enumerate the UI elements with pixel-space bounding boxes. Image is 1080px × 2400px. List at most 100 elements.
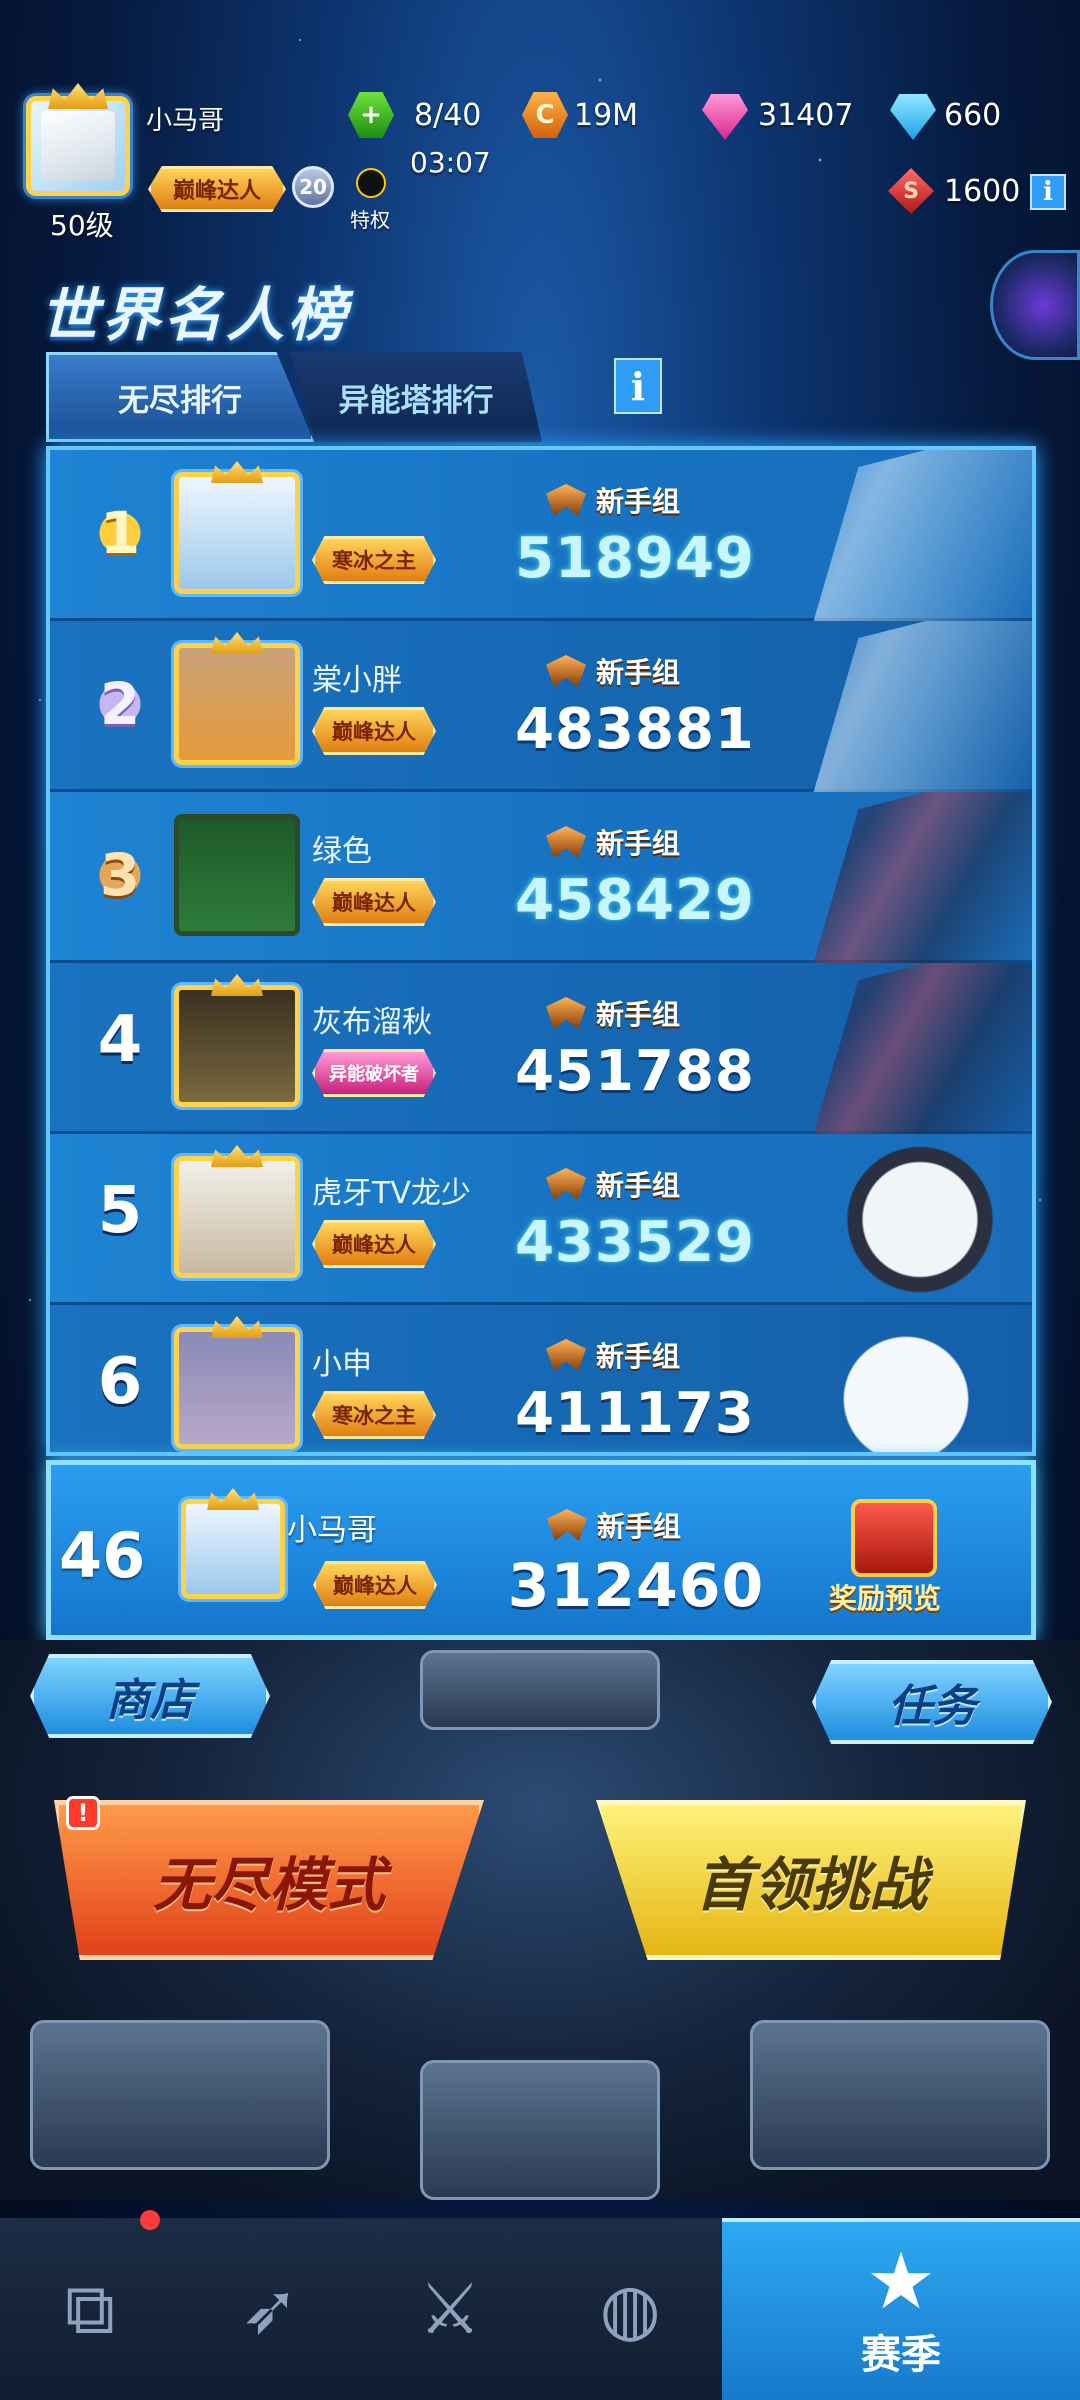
title-badge: 异能破坏者 — [312, 1049, 436, 1097]
silver-medal-icon: 2 — [70, 659, 170, 749]
group-emblem-icon — [546, 997, 586, 1029]
hangar-plate — [30, 2020, 330, 2170]
my-rank-number: 46 — [59, 1519, 146, 1592]
qq-icon[interactable] — [356, 168, 386, 198]
avatar[interactable] — [174, 974, 300, 1107]
coin-value: 19M — [574, 98, 639, 133]
my-title-badge: 巅峰达人 — [313, 1561, 437, 1609]
crown-icon — [211, 632, 263, 654]
group-emblem-icon — [547, 1509, 587, 1541]
nav-season-tab[interactable]: ★ 赛季 — [722, 2218, 1080, 2400]
peak-badge: 巅峰达人 — [148, 166, 286, 212]
leaderboard-row[interactable]: 2 棠小胖 巅峰达人 新手组 483881 — [50, 621, 1032, 792]
leaderboard-row[interactable]: 6 小申 寒冰之主 新手组 411173 — [50, 1305, 1032, 1452]
nav-season-label: 赛季 — [861, 2331, 941, 2378]
gold-medal-icon: 1 — [70, 488, 170, 578]
endless-mode-button[interactable]: 无尽模式 — [54, 1800, 484, 1960]
hangar-plate — [750, 2020, 1050, 2170]
star-emblem-icon: ★ — [866, 2237, 936, 2327]
reward-preview-label[interactable]: 奖励预览 — [829, 1577, 941, 1617]
bottom-nav: ⧉ ➶ ⚔ ◍ ★ 赛季 — [0, 2218, 1080, 2400]
group-label: 新手组 — [596, 1169, 681, 1202]
tab-endless[interactable]: 无尽排行 — [46, 352, 314, 442]
missions-button[interactable]: 任务 — [812, 1660, 1052, 1744]
leaderboard-row[interactable]: 1 寒冰之主 新手组 518949 — [50, 450, 1032, 621]
score: 433529 — [515, 1210, 755, 1275]
rank-number: 6 — [97, 1345, 143, 1419]
my-score: 312460 — [507, 1551, 765, 1621]
panda-mech-icon — [813, 1134, 1032, 1305]
crown-icon — [207, 1488, 259, 1510]
bronze-medal-icon: 3 — [70, 830, 170, 920]
ranking-info-button[interactable]: i — [614, 358, 662, 414]
score: 451788 — [515, 1039, 755, 1104]
blue-gem-value: 660 — [944, 98, 1002, 133]
group-label: 新手组 — [596, 827, 681, 860]
my-rank-row[interactable]: 46 小马哥 巅峰达人 新手组 312460 奖励预览 — [46, 1460, 1036, 1640]
crown-icon — [211, 461, 263, 483]
nav-home-icon[interactable]: ⧉ — [0, 2218, 180, 2400]
avatar[interactable] — [174, 632, 300, 765]
player-name: 虎牙TV龙少 — [312, 1176, 471, 1211]
leaderboard-row[interactable]: 5 虎牙TV龙少 巅峰达人 新手组 433529 — [50, 1134, 1032, 1305]
my-name: 小马哥 — [287, 1513, 377, 1548]
currency-info-button[interactable]: i — [1030, 174, 1066, 210]
group-label: 新手组 — [596, 1340, 681, 1373]
leaderboard-row[interactable]: 4 灰布溜秋 异能破坏者 新手组 451788 — [50, 963, 1032, 1134]
rank-number: 5 — [97, 1174, 143, 1248]
page-title: 世界名人榜 — [40, 281, 351, 349]
nav-battle-icon[interactable]: ⚔ — [360, 2218, 540, 2400]
energy-value: 8/40 — [414, 98, 482, 133]
score: 458429 — [515, 868, 755, 933]
score: 483881 — [515, 697, 755, 762]
red-currency-value: 1600 — [944, 174, 1021, 209]
privilege-label: 特权 — [350, 208, 390, 232]
group-emblem-icon — [546, 1339, 586, 1371]
avatar-image — [41, 111, 115, 181]
group-label: 新手组 — [596, 485, 681, 518]
pink-gem-value: 31407 — [758, 98, 854, 133]
game-screen: { "player": {"name":"小马哥","level":"50级",… — [0, 0, 1080, 2400]
ninja-character-icon — [813, 792, 1032, 963]
notification-dot — [140, 2210, 160, 2230]
side-event-button[interactable] — [990, 250, 1080, 360]
hangar-plate — [420, 1650, 660, 1730]
group-label: 新手组 — [596, 656, 681, 689]
crown-icon — [211, 1316, 263, 1338]
title-badge: 巅峰达人 — [312, 878, 436, 926]
group-emblem-icon — [546, 655, 586, 687]
crown-icon — [211, 974, 263, 996]
player-name: 棠小胖 — [312, 663, 402, 698]
vip-badge[interactable]: 20 — [292, 166, 334, 208]
shop-button[interactable]: 商店 — [30, 1654, 270, 1738]
reward-chest-icon[interactable] — [851, 1499, 937, 1577]
avatar[interactable] — [174, 814, 300, 936]
hangar-plate — [420, 2060, 660, 2200]
avatar[interactable] — [174, 1316, 300, 1449]
avatar[interactable] — [174, 461, 300, 594]
boss-challenge-button[interactable]: 首领挑战 — [596, 1800, 1026, 1960]
mech-icon — [813, 621, 1032, 792]
tab-ability-tower[interactable]: 异能塔排行 — [290, 352, 542, 442]
avatar[interactable] — [174, 1145, 300, 1278]
energy-timer: 03:07 — [410, 146, 491, 179]
group-label: 新手组 — [596, 998, 681, 1031]
mech-icon — [813, 450, 1032, 621]
player-name: 灰布溜秋 — [312, 1005, 432, 1040]
polar-bear-mech-icon — [813, 1305, 1032, 1452]
alert-badge: ! — [66, 1796, 100, 1830]
title-badge: 巅峰达人 — [312, 707, 436, 755]
nav-rocket-icon[interactable]: ➶ — [180, 2218, 360, 2400]
title-badge: 寒冰之主 — [312, 536, 436, 584]
title-badge: 寒冰之主 — [312, 1391, 436, 1439]
player-name: 绿色 — [312, 834, 372, 869]
leaderboard-list[interactable]: 1 寒冰之主 新手组 518949 2 棠小胖 巅峰达人 新手组 483881 … — [46, 446, 1036, 1456]
score: 518949 — [515, 526, 755, 591]
player-avatar[interactable] — [26, 83, 130, 196]
leaderboard-row[interactable]: 3 绿色 巅峰达人 新手组 458429 — [50, 792, 1032, 963]
player-level: 50级 — [50, 209, 114, 242]
my-avatar[interactable] — [181, 1488, 285, 1599]
crown-icon — [211, 1145, 263, 1167]
group-emblem-icon — [546, 826, 586, 858]
nav-planet-icon[interactable]: ◍ — [540, 2218, 720, 2400]
